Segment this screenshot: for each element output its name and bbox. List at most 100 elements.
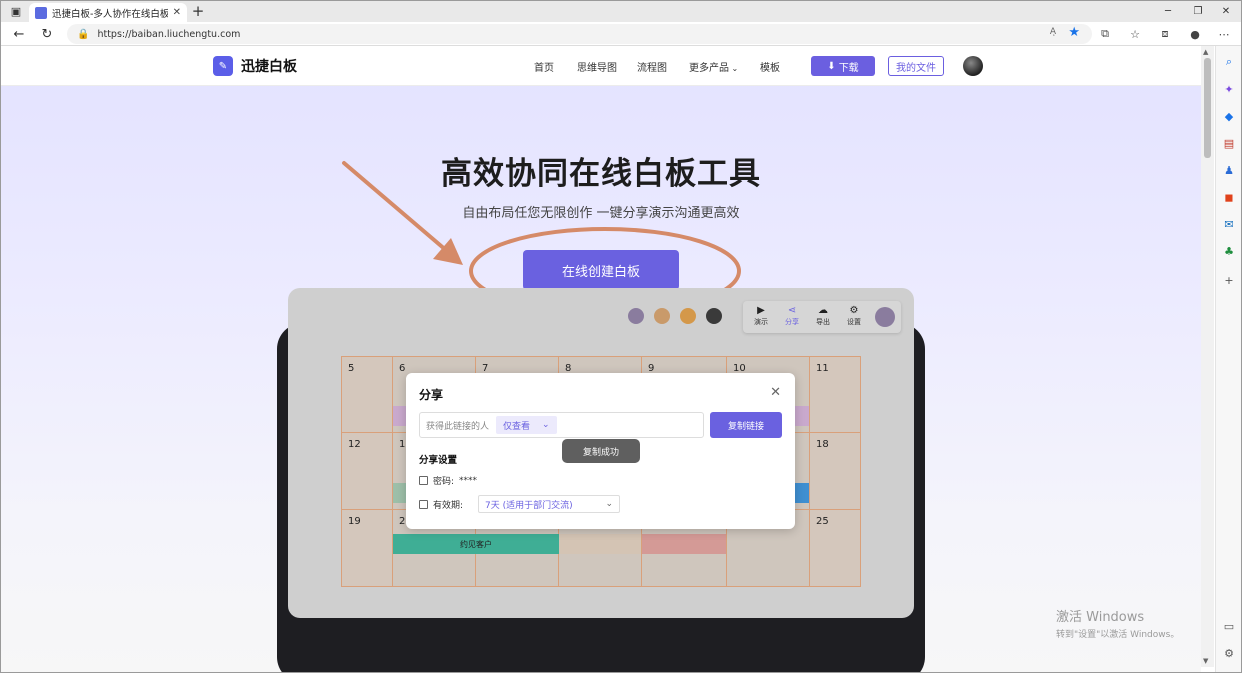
browser-window: ▣ 迅捷白板-多人协作在线白板工具 ✕ + ─ ❐ ✕ ← ↻ 🔒 https:… (0, 0, 1242, 673)
day-number: 6 (399, 363, 406, 374)
favorite-star-icon[interactable]: ★ (1068, 25, 1080, 40)
activate-title: 激活 Windows (1056, 610, 1145, 625)
tree-icon[interactable]: ♣ (1221, 243, 1237, 259)
office-icon[interactable]: ◼ (1221, 189, 1237, 205)
whiteboard-preview: ▶演示 ⋖分享 ☁导出 ⚙设置 5 6 7 8 9 10 11 12 13 18… (288, 288, 914, 618)
site-favicon-icon (35, 6, 47, 19)
current-user-avatar[interactable] (875, 307, 895, 327)
password-checkbox[interactable] (419, 476, 428, 485)
active-tab[interactable]: 迅捷白板-多人协作在线白板工具 ✕ (29, 3, 187, 22)
password-option: 密码: **** (419, 474, 477, 487)
password-value: **** (459, 475, 478, 486)
tab-strip: ▣ 迅捷白板-多人协作在线白板工具 ✕ + ─ ❐ ✕ (1, 1, 1241, 22)
calendar-cell: 19 (341, 509, 393, 587)
share-icon: ⋖ (787, 305, 797, 316)
minimize-icon[interactable]: ─ (1153, 1, 1183, 22)
export-tool[interactable]: ☁ 导出 (810, 304, 836, 327)
calendar-cell: 12 (341, 432, 393, 510)
search-icon[interactable]: ⌕ (1221, 54, 1237, 70)
back-icon[interactable]: ← (9, 24, 29, 44)
calendar-cell: 18 (809, 432, 861, 510)
address-bar[interactable]: 🔒 https://baiban.liuchengtu.com Aͅ ★ (67, 24, 1092, 44)
page-scrollbar[interactable]: ▲ ▼ (1201, 46, 1214, 667)
calendar-cell: 11 (809, 356, 861, 433)
present-label: 演示 (754, 318, 768, 326)
share-label: 分享 (785, 318, 799, 326)
tools-icon[interactable]: ▤ (1221, 135, 1237, 151)
expiry-value: 7天 (适用于部门交流) (485, 500, 573, 511)
permission-value: 仅查看 (503, 421, 531, 432)
copilot-icon[interactable]: ✦ (1221, 81, 1237, 97)
dialog-title: 分享 (419, 388, 444, 402)
url-text: https://baiban.liuchengtu.com (97, 28, 241, 40)
profile-icon[interactable]: ● (1186, 25, 1204, 43)
permission-select[interactable]: 仅查看 ⌄ (496, 416, 557, 434)
calendar-event (642, 534, 726, 554)
sidebar-layout-icon[interactable]: ▭ (1221, 618, 1237, 634)
cloud-upload-icon: ☁ (818, 305, 828, 316)
settings-gear-icon[interactable]: ⚙ (1221, 645, 1237, 661)
scroll-up-icon[interactable]: ▲ (1203, 48, 1208, 56)
settings-tool[interactable]: ⚙ 设置 (841, 304, 867, 327)
share-tool[interactable]: ⋖ 分享 (779, 304, 805, 327)
calendar-event-meeting: 约见客户 (393, 534, 559, 554)
expiry-label: 有效期: (433, 500, 464, 511)
collections-icon[interactable]: ⧈ (1156, 25, 1174, 43)
close-tab-icon[interactable]: ✕ (173, 7, 181, 18)
gear-icon: ⚙ (849, 305, 859, 316)
close-icon[interactable]: ✕ (770, 385, 781, 400)
tab-title: 迅捷白板-多人协作在线白板工具 (52, 8, 168, 20)
collaborator-avatar (704, 306, 724, 326)
refresh-icon[interactable]: ↻ (37, 24, 57, 44)
add-icon[interactable]: + (1221, 272, 1237, 288)
share-dialog: 分享 ✕ 获得此链接的人 仅查看 ⌄ 复制链接 分享设置 密码: **** 有效期… (406, 373, 795, 529)
expiry-select[interactable]: 7天 (适用于部门交流) ⌄ (478, 495, 621, 513)
new-tab-icon[interactable]: + (189, 2, 207, 20)
calendar-cell: 5 (341, 356, 393, 433)
day-number: 12 (348, 439, 361, 450)
close-window-icon[interactable]: ✕ (1211, 1, 1241, 22)
expiry-checkbox[interactable] (419, 499, 428, 509)
tab-actions-icon[interactable]: ▣ (3, 1, 29, 22)
more-menu-icon[interactable]: ⋯ (1215, 25, 1233, 43)
present-tool[interactable]: ▶ 演示 (748, 304, 774, 327)
games-icon[interactable]: ♟ (1221, 162, 1237, 178)
calendar-event (559, 534, 641, 554)
collaborator-avatar (626, 306, 646, 326)
address-toolbar: ← ↻ 🔒 https://baiban.liuchengtu.com Aͅ ★… (1, 22, 1241, 46)
collaborator-avatar (678, 306, 698, 326)
share-settings-heading: 分享设置 (419, 455, 458, 466)
copy-link-button[interactable]: 复制链接 (710, 412, 782, 438)
expiry-option: 有效期: 7天 (适用于部门交流) ⌄ (419, 495, 621, 513)
whiteboard-toolbar: ▶ 演示 ⋖ 分享 ☁ 导出 ⚙ 设置 (743, 301, 901, 333)
read-aloud-icon[interactable]: Aͅ (1050, 27, 1056, 37)
day-number: 25 (816, 516, 829, 527)
scrollbar-thumb[interactable] (1204, 58, 1211, 158)
settings-label: 设置 (847, 318, 861, 326)
collaborator-avatar (652, 306, 672, 326)
copy-success-toast: 复制成功 (562, 439, 640, 463)
chevron-down-icon: ⌄ (605, 499, 614, 509)
play-icon: ▶ (757, 305, 765, 316)
favorites-icon[interactable]: ☆ (1126, 25, 1144, 43)
export-label: 导出 (816, 318, 830, 326)
maximize-icon[interactable]: ❐ (1183, 1, 1213, 22)
calendar-cell: 25 (809, 509, 861, 587)
scroll-down-icon[interactable]: ▼ (1203, 657, 1208, 665)
outlook-icon[interactable]: ✉ (1221, 216, 1237, 232)
day-number: 11 (816, 363, 829, 374)
day-number: 5 (348, 363, 355, 374)
password-label: 密码: (433, 477, 455, 487)
day-number: 18 (816, 439, 829, 450)
day-number: 19 (348, 516, 361, 527)
annotation-arrow-shaft (342, 161, 449, 253)
edge-sidebar: ⌕ ✦ ◆ ▤ ♟ ◼ ✉ ♣ + ▭ ⚙ (1215, 46, 1241, 672)
share-link-field[interactable]: 获得此链接的人 仅查看 ⌄ (419, 412, 704, 438)
lock-icon: 🔒 (77, 28, 90, 40)
link-access-label: 获得此链接的人 (426, 421, 490, 432)
activate-hint: 转到"设置"以激活 Windows。 (1056, 630, 1180, 640)
chevron-down-icon: ⌄ (542, 420, 550, 430)
shopping-tag-icon[interactable]: ◆ (1221, 108, 1237, 124)
windows-activation-watermark: 激活 Windows 转到"设置"以激活 Windows。 (1056, 606, 1179, 640)
extensions-icon[interactable]: ⧉ (1096, 25, 1114, 43)
